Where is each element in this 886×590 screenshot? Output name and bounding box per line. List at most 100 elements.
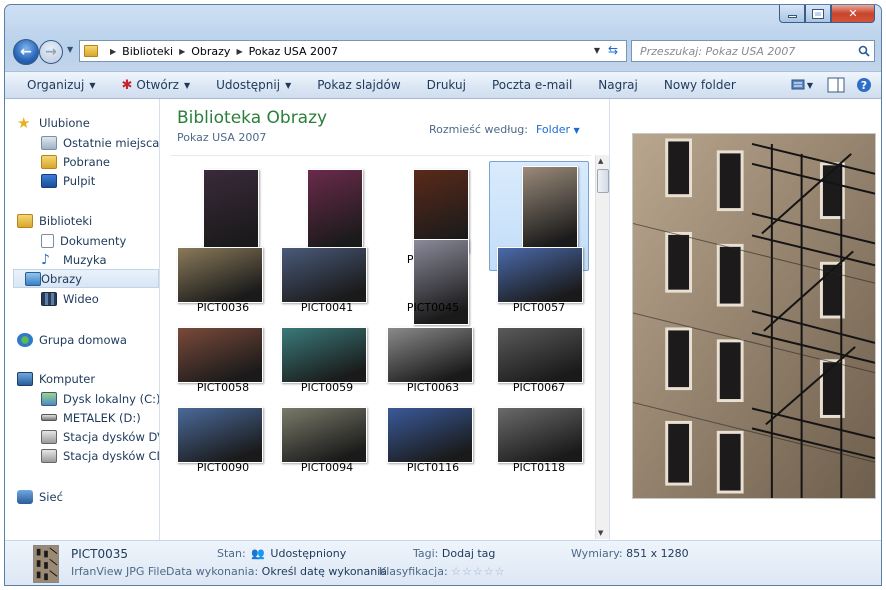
window-body: ★ Ulubione Ostatnie miejsca Pobrane Pulpi… — [5, 99, 881, 541]
breadcrumb-separator: ▶ — [179, 46, 186, 56]
file-thumbnail[interactable]: PICT0057 — [489, 239, 589, 317]
preview-pane-button[interactable] — [825, 75, 847, 95]
search-input[interactable]: Przeszukaj: Pokaz USA 2007 — [631, 40, 875, 62]
file-thumbnail[interactable]: PICT0058 — [173, 319, 273, 397]
nav-music[interactable]: ♪ Muzyka — [41, 250, 107, 269]
burn-button[interactable]: Nagraj — [585, 78, 651, 92]
file-thumbnail[interactable]: PICT0063 — [383, 319, 483, 397]
scroll-down-icon[interactable]: ▼ — [598, 529, 603, 537]
file-name-label: PICT0067 — [512, 381, 566, 394]
vertical-scrollbar[interactable]: ▲ ▼ — [595, 155, 609, 539]
nav-recent-places[interactable]: Ostatnie miejsca — [41, 133, 159, 152]
file-thumbnail[interactable]: PICT0041 — [277, 239, 377, 317]
header-divider — [171, 155, 591, 156]
star-icon[interactable]: ☆ — [495, 565, 506, 578]
breadcrumb-item[interactable]: Obrazy — [191, 45, 230, 58]
nav-computer[interactable]: Komputer — [17, 369, 95, 388]
nav-videos[interactable]: Wideo — [41, 289, 99, 308]
shared-users-icon: 👥 — [251, 547, 265, 560]
nav-favorites[interactable]: ★ Ulubione — [17, 113, 90, 132]
libraries-icon — [17, 213, 33, 228]
refresh-icon[interactable]: ⇆ — [604, 43, 622, 59]
share-label: Udostępnij — [216, 78, 281, 92]
nav-local-disk[interactable]: Dysk lokalny (C:) — [41, 389, 159, 408]
nav-network[interactable]: Sieć — [17, 487, 63, 506]
view-icon — [791, 79, 805, 90]
nav-metalek[interactable]: METALEK (D:) — [41, 408, 141, 427]
file-thumbnail[interactable]: PICT0036 — [173, 239, 273, 317]
library-subtitle: Pokaz USA 2007 — [177, 131, 267, 144]
nav-item-label: Stacja dysków CD ( — [63, 448, 159, 463]
navigation-pane: ★ Ulubione Ostatnie miejsca Pobrane Pulpi… — [5, 99, 160, 540]
file-thumbnail[interactable]: PICT0059 — [277, 319, 377, 397]
search-icon[interactable] — [858, 45, 870, 57]
nav-desktop[interactable]: Pulpit — [41, 171, 95, 190]
breadcrumb-item[interactable]: Pokaz USA 2007 — [249, 45, 338, 58]
scroll-up-icon[interactable]: ▲ — [598, 157, 603, 165]
file-name-label: PICT0118 — [512, 461, 566, 474]
arrange-by-dropdown[interactable]: Folder ▼ — [536, 123, 580, 136]
nav-item-label: Ostatnie miejsca — [63, 135, 160, 150]
computer-icon — [17, 371, 33, 386]
organize-button[interactable]: Organizuj ▼ — [5, 78, 108, 92]
open-button[interactable]: ✱ Otwórz ▼ — [108, 78, 203, 93]
back-button[interactable]: ← — [13, 39, 39, 65]
star-icon[interactable]: ☆ — [462, 565, 473, 578]
network-icon — [17, 489, 33, 504]
file-thumbnail[interactable]: PICT0094 — [277, 399, 377, 477]
file-thumbnail[interactable]: PICT0116 — [383, 399, 483, 477]
print-button[interactable]: Drukuj — [414, 78, 479, 92]
minimize-button[interactable] — [779, 5, 805, 23]
maximize-button[interactable] — [805, 5, 831, 23]
file-thumbnail[interactable]: PICT0118 — [489, 399, 589, 477]
tags-label: Tagi: — [413, 547, 439, 560]
scroll-thumb[interactable] — [597, 169, 609, 193]
file-list-area: Biblioteka Obrazy Pokaz USA 2007 Rozmieś… — [161, 99, 609, 540]
downloads-folder-icon — [41, 154, 57, 169]
view-controls: ▼ ? — [785, 75, 875, 95]
nav-homegroup-label: Grupa domowa — [39, 332, 127, 347]
new-folder-button[interactable]: Nowy folder — [651, 78, 749, 92]
date-value[interactable]: Określ datę wykonania — [262, 565, 387, 578]
file-thumbnail[interactable]: PICT0090 — [173, 399, 273, 477]
nav-item-label: METALEK (D:) — [63, 410, 141, 425]
breadcrumb-item[interactable]: Biblioteki — [122, 45, 173, 58]
recent-pages-dropdown[interactable]: ▼ — [67, 45, 73, 54]
change-view-button[interactable]: ▼ — [791, 75, 813, 95]
file-thumbnail[interactable]: PICT0045 — [383, 239, 483, 325]
details-rating: Klasyfikacja: ☆☆☆☆☆ — [379, 565, 506, 578]
nav-item-label: Pobrane — [63, 154, 110, 169]
thumbnail-image — [497, 327, 583, 383]
tags-value[interactable]: Dodaj tag — [442, 547, 496, 560]
share-button[interactable]: Udostępnij ▼ — [203, 78, 304, 92]
address-dropdown-icon[interactable]: ▼ — [594, 46, 600, 55]
star-icon[interactable]: ☆ — [473, 565, 484, 578]
thumbnail-image — [387, 327, 473, 383]
nav-homegroup[interactable]: Grupa domowa — [17, 330, 127, 349]
file-name-label: PICT0116 — [406, 461, 460, 474]
thumbnail-image — [177, 327, 263, 383]
forward-button[interactable]: → — [39, 40, 63, 64]
nav-documents[interactable]: Dokumenty — [41, 231, 126, 250]
email-button[interactable]: Poczta e-mail — [479, 78, 585, 92]
nav-cd-drive[interactable]: Stacja dysków CD ( — [41, 446, 159, 465]
rating-stars[interactable]: ☆☆☆☆☆ — [451, 565, 505, 578]
slideshow-button[interactable]: Pokaz slajdów — [304, 78, 413, 92]
nav-dvd-drive[interactable]: Stacja dysków DVD — [41, 427, 159, 446]
dvd-drive-icon — [41, 429, 57, 444]
nav-pictures[interactable]: Obrazy — [13, 269, 159, 288]
nav-downloads[interactable]: Pobrane — [41, 152, 110, 171]
file-thumbnail[interactable]: PICT0067 — [489, 319, 589, 397]
star-icon[interactable]: ☆ — [484, 565, 495, 578]
details-state: Stan: 👥 Udostępniony — [217, 547, 346, 560]
state-value[interactable]: Udostępniony — [270, 547, 346, 560]
close-button[interactable]: ✕ — [831, 5, 875, 23]
help-button[interactable]: ? — [853, 75, 875, 95]
email-label: Poczta e-mail — [491, 78, 573, 92]
star-icon[interactable]: ☆ — [451, 565, 462, 578]
burn-label: Nagraj — [598, 78, 638, 92]
nav-libraries[interactable]: Biblioteki — [17, 211, 92, 230]
nav-computer-label: Komputer — [39, 371, 96, 386]
nav-item-label: Pulpit — [63, 173, 96, 188]
address-bar[interactable]: ▶ Biblioteki ▶ Obrazy ▶ Pokaz USA 2007 ▼… — [79, 40, 627, 62]
